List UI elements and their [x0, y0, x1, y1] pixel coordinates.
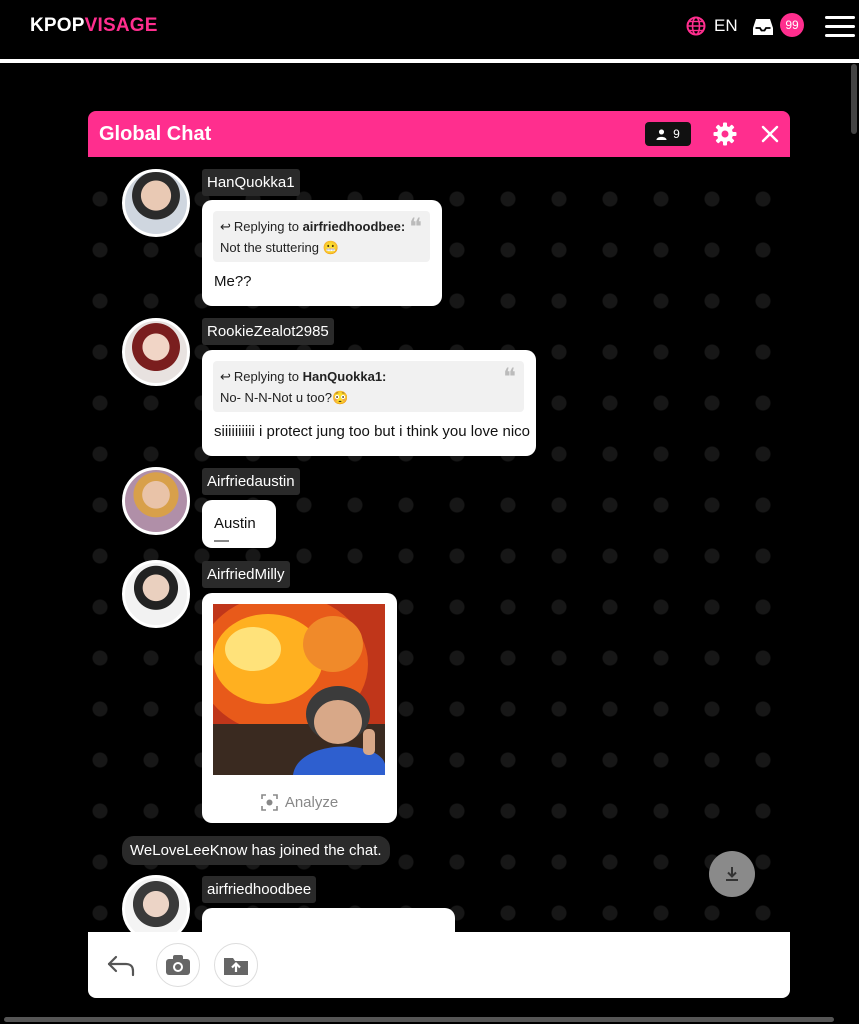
globe-icon [686, 16, 706, 36]
download-icon [726, 867, 738, 881]
username[interactable]: HanQuokka1 [202, 169, 300, 196]
reply-text: Not the stuttering 😬 [220, 240, 339, 255]
back-arrow-icon[interactable] [106, 952, 136, 978]
reply-text: No- N-N-Not u too?😳 [220, 390, 349, 405]
chat-title: Global Chat [99, 123, 212, 145]
avatar[interactable] [122, 467, 190, 535]
gear-icon[interactable] [713, 122, 737, 146]
online-users-button[interactable]: 9 [645, 122, 691, 146]
top-navbar: KPOPVISAGE EN 99 [0, 0, 859, 58]
username[interactable]: airfriedhoodbee [202, 876, 317, 903]
language-selector[interactable]: EN [686, 16, 738, 36]
system-message: WeLoveLeeKnow has joined the chat. [122, 836, 390, 865]
avatar[interactable] [122, 318, 190, 386]
message-image[interactable] [213, 604, 385, 775]
scroll-to-bottom-button[interactable] [709, 851, 755, 897]
reply-target: HanQuokka1: [302, 369, 387, 384]
message-bubble[interactable] [202, 908, 455, 932]
chat-input-bar [88, 932, 790, 998]
online-count: 9 [673, 127, 680, 141]
camera-icon [166, 955, 190, 975]
message-bubble[interactable]: Austin— [202, 500, 276, 549]
message-text: Austin— [214, 515, 256, 549]
reply-arrow-icon: ↩ [220, 369, 231, 384]
meme-photo [213, 604, 385, 775]
inbox-icon [753, 19, 773, 35]
close-icon[interactable] [760, 124, 780, 144]
message-text: siiiiiiiiii i protect jung too but i thi… [214, 423, 530, 440]
language-label: EN [714, 16, 738, 35]
inbox-count-badge: 99 [780, 13, 804, 37]
message-list[interactable]: HanQuokka1 ↩ Replying to airfriedhoodbee:… [88, 157, 790, 932]
message-bubble[interactable]: ↩ Replying to airfriedhoodbee: Not the st… [202, 200, 442, 306]
username[interactable]: Airfriedaustin [202, 468, 300, 495]
page-scrollbar[interactable] [851, 64, 857, 134]
divider [0, 59, 859, 63]
camera-button[interactable] [156, 943, 200, 987]
inbox-button[interactable]: 99 [752, 13, 808, 39]
reply-prefix: Replying to [233, 369, 299, 384]
quote-icon: ❝ [409, 213, 422, 241]
chat-header: Global Chat 9 [88, 111, 790, 157]
avatar[interactable] [122, 875, 190, 932]
upload-icon [224, 958, 248, 975]
chat-panel: Global Chat 9 HanQuokka1 ↩ Replying to a… [88, 111, 790, 998]
quote-icon: ❝ [503, 363, 516, 391]
analyze-button[interactable]: Analyze [202, 794, 397, 811]
reply-target: airfriedhoodbee: [302, 219, 406, 234]
reply-arrow-icon: ↩ [220, 219, 231, 234]
analyze-label: Analyze [284, 794, 339, 811]
reply-quote[interactable]: ↩ Replying to HanQuokka1: No- N-N-Not u t… [213, 361, 524, 412]
site-logo[interactable]: KPOPVISAGE [30, 15, 158, 37]
username[interactable]: AirfriedMilly [202, 561, 290, 588]
scan-icon [261, 794, 278, 811]
reply-quote[interactable]: ↩ Replying to airfriedhoodbee: Not the st… [213, 211, 430, 262]
message-text: Me?? [214, 273, 252, 290]
horizontal-scrollbar[interactable] [4, 1017, 834, 1022]
upload-button[interactable] [214, 943, 258, 987]
image-message-bubble[interactable]: Analyze [202, 593, 397, 823]
user-icon [656, 128, 667, 140]
avatar[interactable] [122, 560, 190, 628]
message-bubble[interactable]: ↩ Replying to HanQuokka1: No- N-N-Not u t… [202, 350, 536, 456]
reply-prefix: Replying to [233, 219, 299, 234]
username[interactable]: RookieZealot2985 [202, 318, 334, 345]
hamburger-menu-icon[interactable] [825, 14, 855, 38]
avatar[interactable] [122, 169, 190, 237]
